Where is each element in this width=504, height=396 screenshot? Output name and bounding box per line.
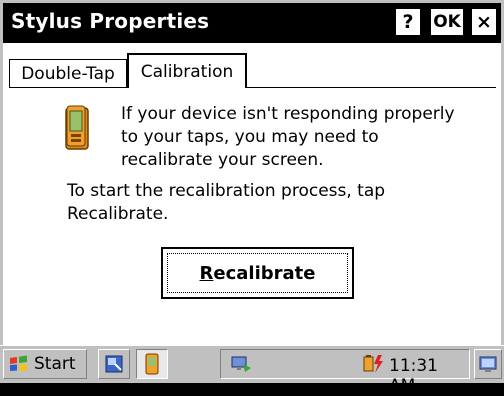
clock[interactable]: 11:31 AM [389, 356, 469, 396]
pda-device-icon [65, 105, 89, 150]
tab-calibration-label: Calibration [140, 61, 234, 82]
calibration-instruction: To start the recalibration process, tap … [67, 180, 385, 226]
notification-tray: 11:31 AM [220, 349, 470, 396]
calibration-message: If your device isn't responding properly… [121, 103, 455, 172]
desktop-icon [479, 356, 497, 372]
message-line: to your taps, you may need to [121, 127, 379, 147]
ok-button[interactable]: OK [429, 7, 465, 37]
ok-label: OK [433, 12, 461, 32]
close-button[interactable]: × [470, 7, 498, 37]
message-line: recalibrate your screen. [121, 150, 324, 170]
recalibrate-label: Recalibrate [200, 263, 316, 284]
window-frame: Stylus Properties ? OK × Double-Tap Cali… [0, 0, 504, 396]
tab-double-tap[interactable]: Double-Tap [9, 59, 127, 87]
windows-flag-icon [10, 355, 27, 371]
instruction-line: Recalibrate. [67, 204, 169, 224]
tab-calibration[interactable]: Calibration [127, 53, 247, 88]
taskbar-app-stylus[interactable] [136, 349, 168, 379]
battery-power-icon[interactable] [361, 353, 385, 375]
taskbar-app-settings[interactable] [98, 349, 130, 379]
control-panel-icon [105, 355, 123, 373]
start-label: Start [34, 354, 76, 374]
dialog-body: Double-Tap Calibration If your device is… [3, 43, 501, 345]
help-label: ? [402, 11, 414, 33]
network-sync-icon[interactable] [229, 354, 253, 374]
title-bar: Stylus Properties ? OK × [3, 3, 501, 43]
message-line: If your device isn't responding properly [121, 104, 455, 124]
help-button[interactable]: ? [394, 7, 422, 37]
taskbar: Start 11:31 AM [0, 345, 504, 396]
close-icon: × [476, 11, 492, 33]
instruction-line: To start the recalibration process, tap [67, 181, 386, 201]
recalibrate-mnemonic: R [199, 262, 214, 284]
pda-taskbar-icon [145, 353, 159, 375]
tab-double-tap-label: Double-Tap [21, 63, 115, 84]
taskbar-desktop-button[interactable] [474, 349, 502, 379]
recalibrate-label-rest: ecalibrate [213, 262, 316, 284]
recalibrate-button[interactable]: Recalibrate [161, 247, 354, 299]
start-button[interactable]: Start [3, 349, 87, 379]
window-title: Stylus Properties [11, 9, 210, 33]
